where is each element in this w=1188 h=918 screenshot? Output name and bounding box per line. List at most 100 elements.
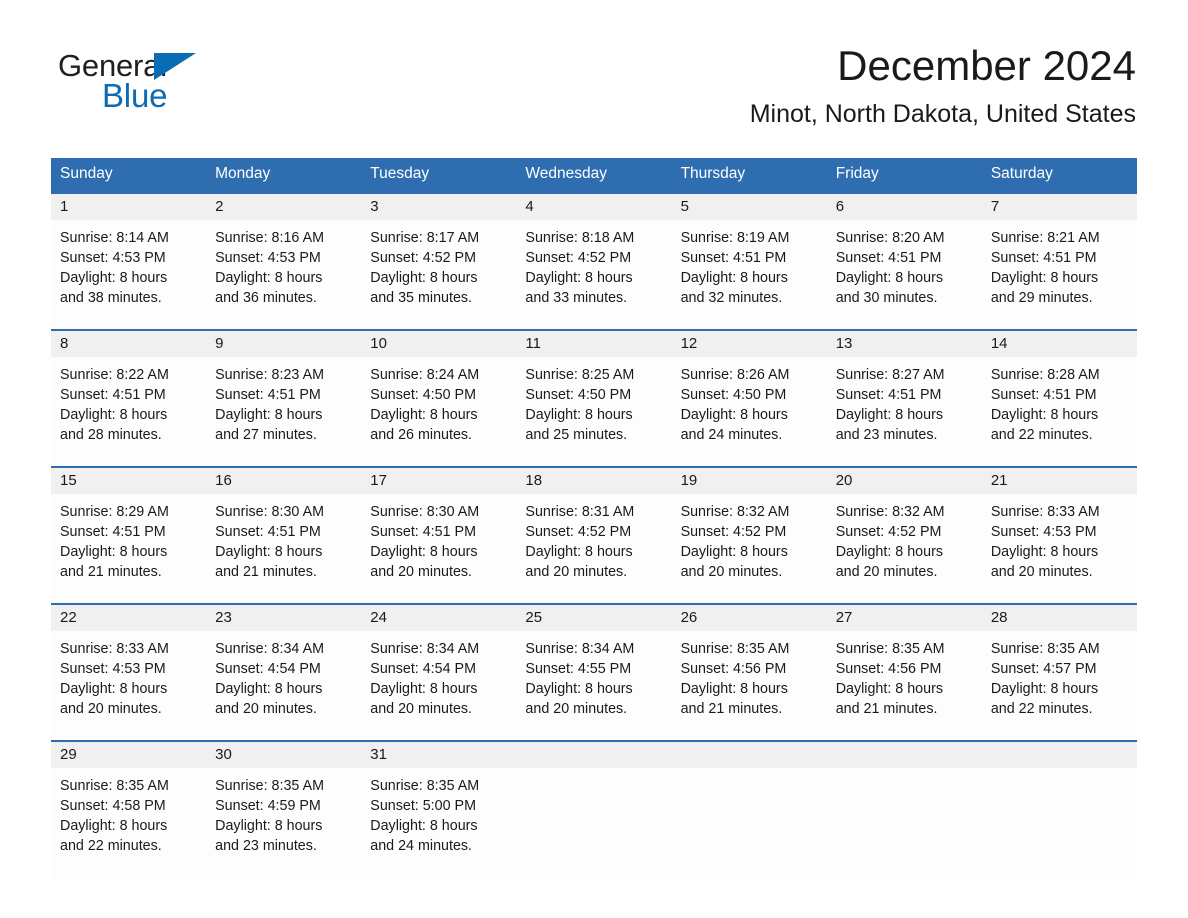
day-number[interactable]: 24 [361,605,516,631]
day-number[interactable]: 4 [516,194,671,220]
day-number[interactable]: 25 [516,605,671,631]
sunset-text: Sunset: 4:51 PM [990,386,1097,403]
day-number[interactable]: 12 [672,331,827,357]
day-cell[interactable]: Sunrise: 8:19 AM Sunset: 4:51 PM Dayligh… [672,220,827,329]
day-cell[interactable]: Sunrise: 8:26 AM Sunset: 4:50 PM Dayligh… [672,357,827,466]
day-number[interactable]: 1 [51,194,206,220]
day-cell[interactable]: Sunrise: 8:35 AM Sunset: 4:58 PM Dayligh… [51,768,206,880]
day-cell[interactable]: Sunrise: 8:29 AM Sunset: 4:51 PM Dayligh… [51,494,206,603]
day-cell[interactable]: Sunrise: 8:34 AM Sunset: 4:54 PM Dayligh… [361,631,516,740]
day-number[interactable]: 29 [51,742,206,768]
daylight-text-line1: Daylight: 8 hours [835,543,943,560]
sunrise-text: Sunrise: 8:14 AM [60,229,169,246]
day-number[interactable]: 22 [51,605,206,631]
day-cell[interactable]: Sunrise: 8:35 AM Sunset: 4:56 PM Dayligh… [827,631,982,740]
daylight-text-line2: and 22 minutes. [990,700,1093,717]
daylight-text-line1: Daylight: 8 hours [990,269,1099,286]
day-cell[interactable]: Sunrise: 8:34 AM Sunset: 4:54 PM Dayligh… [206,631,361,740]
day-cell[interactable]: Sunrise: 8:23 AM Sunset: 4:51 PM Dayligh… [206,357,361,466]
day-number[interactable]: 31 [361,742,516,768]
daylight-text-line2: and 20 minutes. [60,700,162,717]
day-number[interactable]: 10 [361,331,516,357]
day-cell[interactable]: Sunrise: 8:28 AM Sunset: 4:51 PM Dayligh… [982,357,1137,466]
sunrise-text: Sunrise: 8:35 AM [60,777,169,794]
day-cell[interactable]: Sunrise: 8:35 AM Sunset: 5:00 PM Dayligh… [361,768,516,880]
day-number[interactable]: 9 [206,331,361,357]
day-number[interactable]: 20 [827,468,982,494]
daylight-text-line2: and 21 minutes. [60,563,162,580]
day-cell[interactable]: Sunrise: 8:33 AM Sunset: 4:53 PM Dayligh… [982,494,1137,603]
day-cell[interactable]: Sunrise: 8:35 AM Sunset: 4:57 PM Dayligh… [982,631,1137,740]
day-cell[interactable]: Sunrise: 8:14 AM Sunset: 4:53 PM Dayligh… [51,220,206,329]
day-cell[interactable]: Sunrise: 8:18 AM Sunset: 4:52 PM Dayligh… [516,220,671,329]
daylight-text-line1: Daylight: 8 hours [215,680,323,697]
day-number[interactable]: 21 [982,468,1137,494]
day-number[interactable]: 23 [206,605,361,631]
day-number[interactable]: 13 [827,331,982,357]
day-number[interactable]: 7 [982,194,1137,220]
day-number-empty [982,742,1137,768]
day-number[interactable]: 3 [361,194,516,220]
day-number[interactable]: 2 [206,194,361,220]
day-cell[interactable]: Sunrise: 8:16 AM Sunset: 4:53 PM Dayligh… [206,220,361,329]
sunset-text: Sunset: 4:57 PM [990,660,1097,677]
day-cell[interactable]: Sunrise: 8:32 AM Sunset: 4:52 PM Dayligh… [827,494,982,603]
daylight-text-line2: and 27 minutes. [215,426,317,443]
daylight-text-line1: Daylight: 8 hours [680,406,788,423]
sunrise-text: Sunrise: 8:27 AM [835,366,945,383]
day-number-empty [516,742,671,768]
sunset-text: Sunset: 4:54 PM [215,660,321,677]
day-cell[interactable]: Sunrise: 8:24 AM Sunset: 4:50 PM Dayligh… [361,357,516,466]
day-number[interactable]: 27 [827,605,982,631]
day-number[interactable]: 14 [982,331,1137,357]
day-cell[interactable]: Sunrise: 8:30 AM Sunset: 4:51 PM Dayligh… [206,494,361,603]
sunrise-text: Sunrise: 8:32 AM [835,503,945,520]
sunrise-text: Sunrise: 8:17 AM [370,229,480,246]
day-cell[interactable]: Sunrise: 8:21 AM Sunset: 4:51 PM Dayligh… [982,220,1137,329]
day-number[interactable]: 17 [361,468,516,494]
day-cell[interactable]: Sunrise: 8:35 AM Sunset: 4:59 PM Dayligh… [206,768,361,880]
week-daynumber-strip: 15 16 17 18 19 20 21 [51,467,1137,494]
calendar-page: General Blue December 2024 Minot, North … [0,0,1188,918]
day-number[interactable]: 26 [672,605,827,631]
day-number[interactable]: 11 [516,331,671,357]
daylight-text-line2: and 38 minutes. [60,289,162,306]
daylight-text-line1: Daylight: 8 hours [680,680,788,697]
weekday-header-row: Sunday Monday Tuesday Wednesday Thursday… [51,158,1137,192]
day-cell[interactable]: Sunrise: 8:17 AM Sunset: 4:52 PM Dayligh… [361,220,516,329]
day-number[interactable]: 18 [516,468,671,494]
sunrise-text: Sunrise: 8:28 AM [990,366,1100,383]
day-cell[interactable]: Sunrise: 8:22 AM Sunset: 4:51 PM Dayligh… [51,357,206,466]
sunset-text: Sunset: 4:51 PM [835,386,942,403]
day-cell[interactable]: Sunrise: 8:33 AM Sunset: 4:53 PM Dayligh… [51,631,206,740]
daylight-text-line1: Daylight: 8 hours [60,543,168,560]
daylight-text-line2: and 32 minutes. [680,289,783,306]
day-cell[interactable]: Sunrise: 8:35 AM Sunset: 4:56 PM Dayligh… [672,631,827,740]
day-number[interactable]: 5 [672,194,827,220]
day-cell[interactable]: Sunrise: 8:34 AM Sunset: 4:55 PM Dayligh… [516,631,671,740]
day-cell[interactable]: Sunrise: 8:27 AM Sunset: 4:51 PM Dayligh… [827,357,982,466]
sunrise-text: Sunrise: 8:32 AM [680,503,790,520]
day-cell[interactable]: Sunrise: 8:32 AM Sunset: 4:52 PM Dayligh… [672,494,827,603]
sunrise-text: Sunrise: 8:35 AM [990,640,1100,657]
day-number[interactable]: 16 [206,468,361,494]
day-cell[interactable]: Sunrise: 8:25 AM Sunset: 4:50 PM Dayligh… [516,357,671,466]
day-number[interactable]: 8 [51,331,206,357]
day-cell[interactable]: Sunrise: 8:31 AM Sunset: 4:52 PM Dayligh… [516,494,671,603]
day-number[interactable]: 30 [206,742,361,768]
day-number[interactable]: 6 [827,194,982,220]
daylight-text-line1: Daylight: 8 hours [835,680,943,697]
day-number[interactable]: 28 [982,605,1137,631]
daylight-text-line1: Daylight: 8 hours [525,543,633,560]
sunset-text: Sunset: 4:50 PM [370,386,476,403]
day-cell[interactable]: Sunrise: 8:20 AM Sunset: 4:51 PM Dayligh… [827,220,982,329]
sunset-text: Sunset: 4:51 PM [990,249,1097,266]
week-detail-strip: Sunrise: 8:29 AM Sunset: 4:51 PM Dayligh… [51,493,1137,603]
day-cell[interactable]: Sunrise: 8:30 AM Sunset: 4:51 PM Dayligh… [361,494,516,603]
week-row: 8 9 10 11 12 13 14 Sunrise: 8:22 AM Suns… [51,328,1137,466]
sunrise-text: Sunrise: 8:35 AM [215,777,325,794]
day-cell-empty [672,768,827,880]
day-number[interactable]: 19 [672,468,827,494]
day-number[interactable]: 15 [51,468,206,494]
sunrise-text: Sunrise: 8:31 AM [525,503,635,520]
